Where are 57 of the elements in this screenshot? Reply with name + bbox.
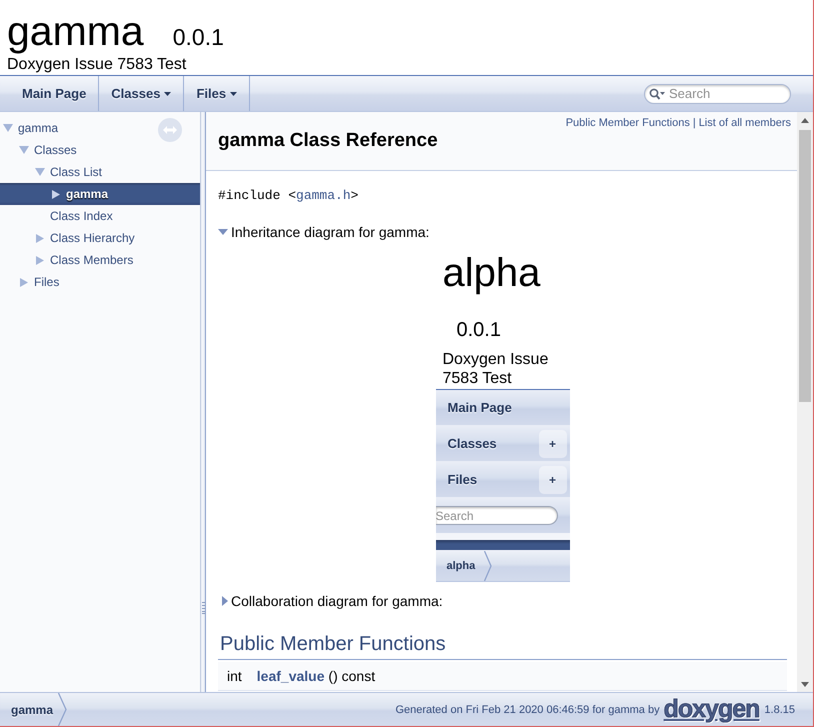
generated-note: Generated on Fri Feb 21 2020 06:46:59 for gamma by [395, 704, 660, 716]
grip-icon[interactable] [202, 602, 205, 614]
menu-item[interactable]: Classes + [436, 426, 570, 462]
submenu-button[interactable]: + [538, 430, 566, 458]
submenu-button[interactable]: + [538, 466, 566, 494]
project-number: 0.0.1 [172, 24, 224, 51]
breadcrumb-link[interactable]: gamma [0, 693, 68, 726]
expanded-arrow-icon[interactable] [218, 229, 228, 235]
link-separator: | [692, 116, 696, 130]
splitter-bar[interactable] [200, 112, 206, 692]
menu-item[interactable]: Files + [436, 462, 570, 498]
tree-item[interactable]: Class Index [0, 205, 200, 227]
tree-item[interactable]: Classes [0, 139, 200, 161]
diagram-toggle[interactable]: Inheritance diagram for gamma: [218, 223, 430, 241]
scrollbar-thumb[interactable] [799, 130, 811, 402]
nav-menu-item[interactable]: Main Page [10, 76, 100, 111]
tree-item[interactable]: Class Hierarchy [0, 227, 200, 249]
member-link[interactable]: leaf_value [256, 668, 325, 684]
project-name: gamma [7, 7, 144, 56]
search-icon [649, 88, 665, 100]
up-arrow-icon[interactable] [801, 118, 809, 123]
search-field[interactable]: Search [436, 506, 558, 525]
member-type: int [227, 668, 242, 684]
chevron-icon [58, 693, 68, 726]
tree-item[interactable]: gamma [0, 183, 200, 205]
nav-menu-item[interactable]: Files [184, 76, 250, 111]
summary-link[interactable]: Public Member Functions [566, 116, 690, 130]
expanded-arrow-icon[interactable] [3, 124, 13, 132]
project-brief: Doxygen Issue 7583 Test [442, 350, 550, 388]
search-field[interactable]: Search [644, 84, 791, 104]
tree-item[interactable]: Class Members [0, 249, 200, 271]
breadcrumb-link[interactable]: alpha [436, 550, 492, 581]
project-name: alpha [442, 250, 542, 296]
doxygen-logo[interactable]: doxygen [664, 696, 760, 723]
menu-item[interactable]: Main Page [436, 390, 570, 426]
tree-item[interactable]: Files [0, 271, 200, 293]
collapsed-arrow-icon[interactable] [52, 190, 60, 198]
summary-link[interactable]: List of all members [698, 116, 791, 130]
tree-item[interactable]: gamma [0, 117, 200, 139]
page-title: gamma Class Reference [218, 129, 438, 153]
include-directive: #include <gamma.h> [218, 187, 358, 204]
expanded-arrow-icon[interactable] [19, 146, 29, 154]
section-heading: Public Member Functions [220, 632, 446, 656]
down-arrow-icon[interactable] [801, 682, 809, 687]
project-brief: Doxygen Issue 7583 Test [7, 56, 186, 74]
sync-icon[interactable] [158, 118, 182, 142]
version-label: 1.8.15 [764, 704, 795, 716]
project-number: 0.0.1 [456, 318, 502, 342]
member-signature: leaf_value () const [256, 668, 376, 684]
collapsed-arrow-icon[interactable] [222, 596, 228, 606]
header-file-link[interactable]: gamma.h [296, 188, 351, 203]
expanded-arrow-icon[interactable] [35, 168, 45, 176]
diagram-toggle[interactable]: Collaboration diagram for gamma: [218, 592, 443, 610]
scrollbar[interactable] [797, 112, 813, 692]
tree-item[interactable]: Class List [0, 161, 200, 183]
nav-menu-item[interactable]: Classes [99, 76, 184, 111]
chevron-icon [484, 550, 492, 580]
